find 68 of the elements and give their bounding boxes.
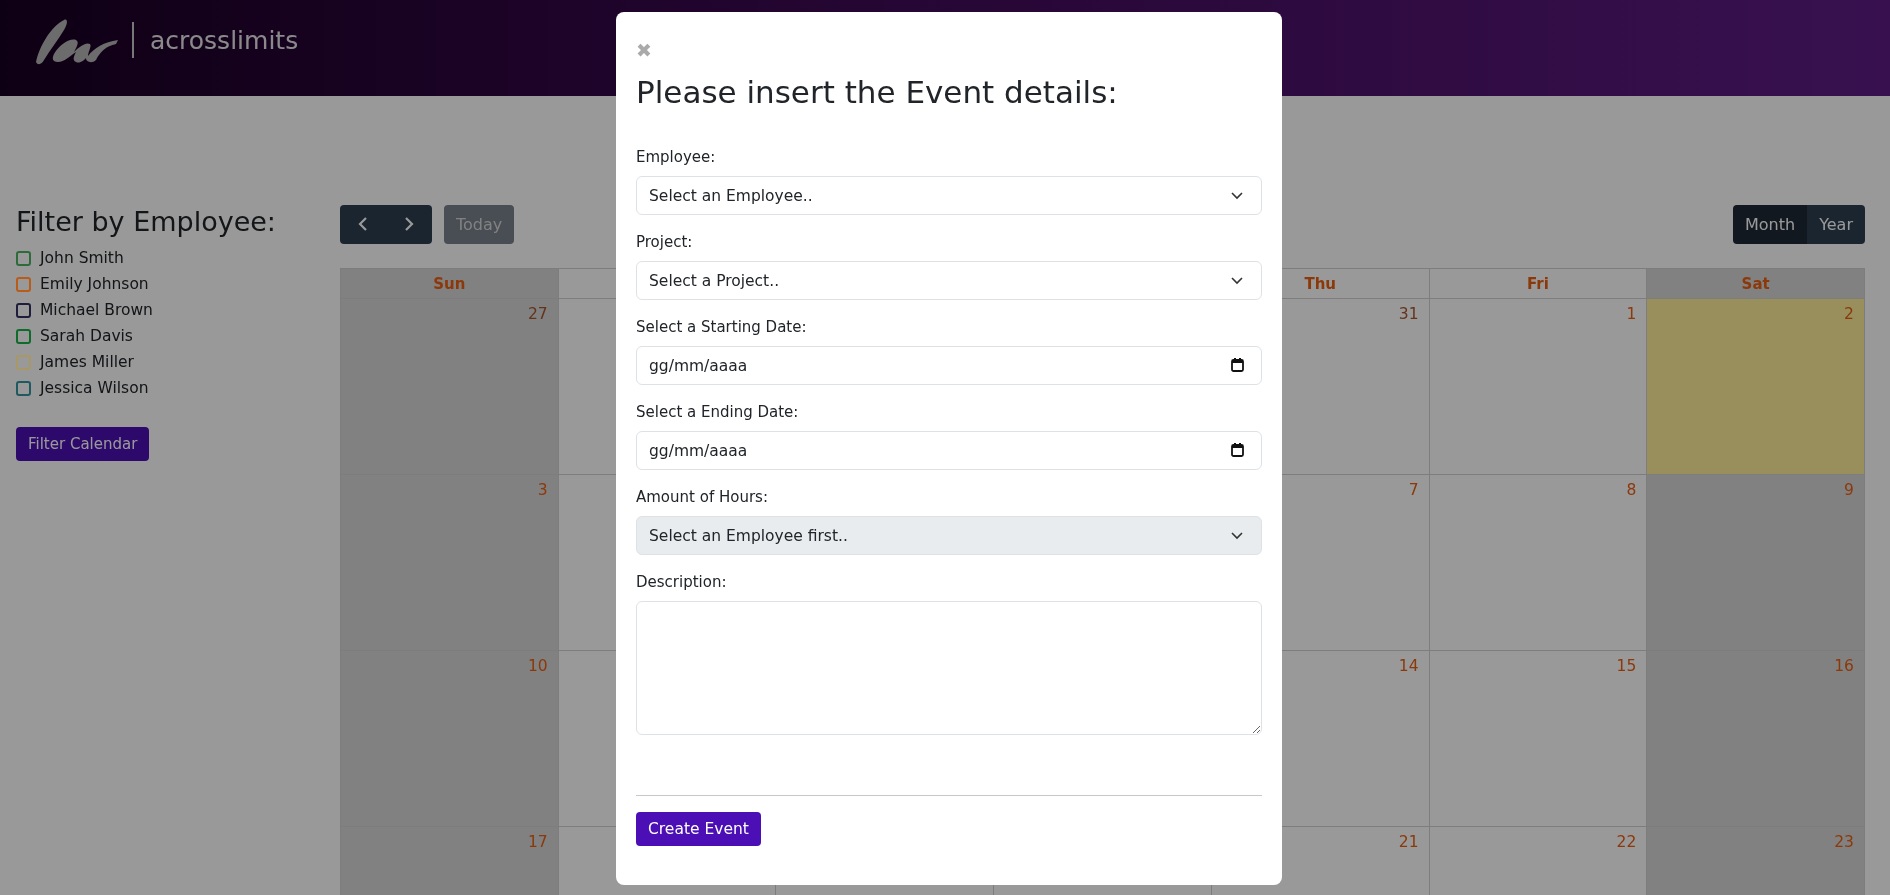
employee-name: James Miller: [40, 353, 134, 371]
checkbox[interactable]: [16, 250, 31, 266]
date-field[interactable]: gg/mm/aaaa: [636, 431, 1262, 470]
checkbox[interactable]: [16, 276, 31, 292]
checkbox[interactable]: [16, 328, 31, 344]
field-label: Amount of Hours:: [636, 488, 769, 506]
day-number: 9: [1844, 481, 1854, 499]
day-number: 7: [1408, 481, 1419, 499]
day-cell[interactable]: 2: [1647, 299, 1865, 475]
filter-heading: Filter by Employee:: [16, 206, 277, 237]
chevron-left-icon: [357, 216, 369, 232]
checkbox[interactable]: [16, 302, 31, 318]
chevron-right-icon: [403, 216, 415, 232]
chevron-down-icon: [1231, 531, 1243, 540]
day-number: 21: [1398, 833, 1419, 851]
chevron-down-icon: [1231, 191, 1243, 200]
calendar-icon: [1231, 443, 1244, 457]
date-field[interactable]: gg/mm/aaaa: [636, 346, 1262, 385]
filter-calendar-button[interactable]: Filter Calendar: [16, 427, 150, 461]
day-number: 8: [1626, 481, 1637, 499]
day-cell[interactable]: 27: [341, 299, 559, 475]
weekday-label: Fri: [1527, 274, 1549, 293]
checkbox[interactable]: [16, 380, 31, 396]
day-number: 31: [1398, 305, 1419, 323]
brand-name: acrosslimits: [150, 26, 299, 55]
modal-title: Please insert the Event details:: [636, 74, 1119, 110]
day-number: 17: [527, 833, 548, 851]
employee-name: John Smith: [40, 249, 124, 267]
field-label: Project:: [636, 233, 694, 251]
day-number: 15: [1616, 657, 1637, 675]
day-number: 10: [527, 657, 548, 675]
day-number: 22: [1616, 833, 1637, 851]
field-label: Description:: [636, 573, 728, 591]
chevron-down-icon: [1231, 276, 1243, 285]
checkbox[interactable]: [16, 354, 31, 370]
day-number: 27: [527, 305, 548, 323]
field-label: Select a Starting Date:: [636, 318, 808, 336]
field-label: Select a Ending Date:: [636, 403, 800, 421]
employee-name: Jessica Wilson: [40, 379, 149, 397]
weekday-label: Thu: [1304, 274, 1336, 293]
day-cell[interactable]: 3: [341, 475, 559, 651]
day-cell[interactable]: 23: [1647, 827, 1865, 895]
day-number: 1: [1626, 305, 1637, 323]
day-cell[interactable]: 10: [341, 651, 559, 827]
employee-name: Michael Brown: [40, 301, 153, 319]
employee-name: Emily Johnson: [40, 275, 149, 293]
close-button[interactable]: ✖: [636, 40, 652, 60]
previous-button[interactable]: [340, 204, 386, 244]
description-field[interactable]: [636, 601, 1262, 735]
next-button[interactable]: [386, 204, 432, 244]
day-number: 3: [537, 481, 548, 499]
view-tab[interactable]: Month: [1732, 204, 1808, 244]
day-cell[interactable]: 17: [341, 827, 559, 895]
day-cell[interactable]: 9: [1647, 475, 1865, 651]
day-number: 23: [1834, 833, 1854, 851]
weekday-label: Sat: [1741, 274, 1770, 293]
create-event-button[interactable]: Create Event: [636, 812, 761, 846]
day-number: 2: [1844, 305, 1854, 323]
field-label: Employee:: [636, 148, 717, 166]
calendar-icon: [1231, 358, 1244, 372]
view-tab[interactable]: Year: [1807, 204, 1865, 244]
day-number: 14: [1398, 657, 1419, 675]
day-cell[interactable]: 16: [1647, 651, 1865, 827]
day-number: 16: [1834, 657, 1854, 675]
employee-name: Sarah Davis: [40, 327, 133, 345]
dropdown[interactable]: Select a Project..: [636, 261, 1262, 300]
weekday-label: Sun: [433, 274, 466, 293]
dropdown[interactable]: Select an Employee..: [636, 176, 1262, 215]
